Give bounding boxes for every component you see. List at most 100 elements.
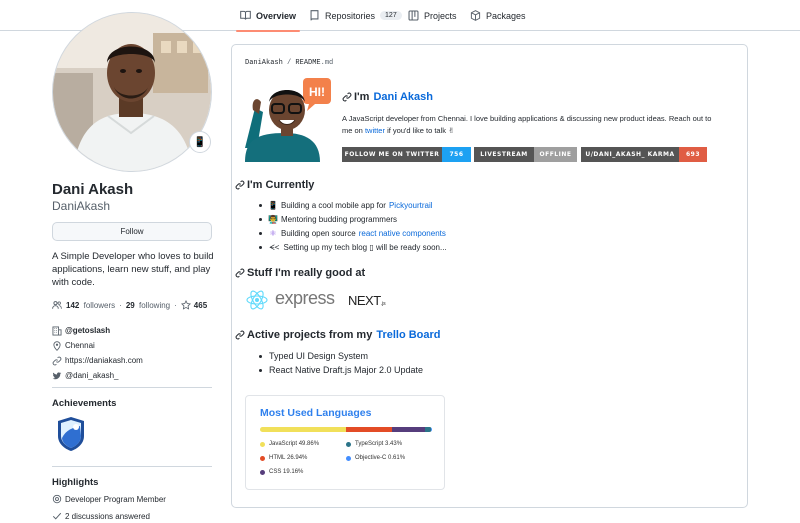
language-bar-segment	[345, 427, 393, 432]
nextjs-logo-suffix: .js	[380, 301, 386, 307]
language-item: Objective-C 0.61%	[346, 455, 405, 461]
readme-breadcrumb: DaniAkash / README.md	[245, 59, 333, 67]
pickyourtrail-link[interactable]: Pickyourtrail	[389, 201, 433, 210]
avatar[interactable]	[52, 12, 212, 172]
anchor-link-icon[interactable]	[235, 330, 245, 340]
readme-crumb-user[interactable]: DaniAkash	[245, 59, 283, 67]
tab-packages[interactable]: Packages	[470, 0, 526, 31]
anchor-link-icon[interactable]	[342, 92, 352, 102]
language-swatch	[260, 469, 265, 475]
check-icon	[52, 511, 62, 521]
list-item-text: Typed UI Design System	[269, 351, 369, 361]
hi-bubble-text: HI!	[309, 85, 325, 99]
language-pct: 19.16%	[283, 469, 304, 475]
followers-count: 142	[66, 300, 80, 310]
tab-overview-label: Overview	[256, 10, 297, 21]
language-pct: 49.86%	[298, 441, 320, 447]
twitter-link[interactable]: twitter	[365, 126, 385, 135]
currently-heading: I'm Currently	[235, 179, 314, 191]
bullet	[259, 232, 262, 235]
blog-glyph-icon: ᗕ<	[269, 242, 280, 252]
website-row[interactable]: https://daniakash.com	[52, 353, 143, 368]
website-link[interactable]: https://daniakash.com	[65, 356, 143, 365]
achievement-badge[interactable]	[56, 416, 86, 452]
greeting-name-link[interactable]: Dani Akash	[373, 91, 433, 103]
tab-repositories-label: Repositories	[325, 10, 376, 21]
reddit-karma-badge[interactable]: U/DANI_AKASH_ KARMA 693	[581, 147, 707, 162]
profile-bio: A Simple Developer who loves to build ap…	[52, 251, 214, 288]
stars-count[interactable]: 465	[194, 301, 207, 310]
tab-projects[interactable]: Projects	[408, 0, 457, 31]
badge-value: 756	[442, 147, 471, 162]
follow-button[interactable]: Follow	[52, 222, 212, 241]
language-pct: 0.61%	[388, 455, 406, 461]
react-native-components-link[interactable]: react native components	[359, 229, 446, 238]
readme-crumb-separator: /	[282, 59, 296, 67]
most-used-languages-card: Most Used Languages JavaScript 49.86% Ty…	[245, 395, 445, 490]
stats-separator: ·	[174, 300, 177, 310]
organization-icon	[52, 326, 62, 336]
nextjs-logo: NEXT .js	[348, 293, 386, 308]
profile-login: DaniAkash	[52, 199, 111, 213]
list-item: ⚛ Building open source react native comp…	[259, 229, 446, 238]
location-icon	[52, 340, 62, 351]
highlight-text: 2 discussions answered	[65, 511, 150, 521]
location-text: Chennai	[65, 341, 95, 350]
list-item: ᗕ< Setting up my tech blog ▯ will be rea…	[259, 243, 447, 252]
tab-overview[interactable]: Overview	[235, 0, 301, 32]
bullet	[259, 246, 262, 249]
bullet	[259, 354, 262, 358]
language-name: Objective-C	[355, 455, 387, 461]
language-name: CSS	[269, 469, 282, 475]
readme-greeting-heading: I'm Dani Akash	[342, 91, 433, 103]
tab-repositories[interactable]: Repositories 127	[309, 0, 402, 31]
language-swatch	[260, 455, 265, 461]
anchor-link-icon[interactable]	[235, 268, 245, 278]
language-item: CSS 19.16%	[260, 469, 303, 475]
language-name: HTML	[269, 455, 286, 461]
repo-icon	[309, 10, 320, 21]
badge-label: FOLLOW ME ON TWITTER	[342, 147, 442, 162]
language-bar-segment	[260, 427, 346, 432]
twitter-row[interactable]: @dani_akash_	[52, 368, 143, 383]
sidebar-divider	[52, 466, 212, 467]
achievements-title: Achievements	[52, 398, 117, 409]
language-item: TypeScript 3.43%	[346, 441, 402, 447]
language-item: JavaScript 49.86%	[260, 441, 319, 447]
twitter-follow-badge[interactable]: FOLLOW ME ON TWITTER 756	[342, 147, 471, 162]
currently-title: I'm Currently	[247, 179, 315, 191]
highlights-title: Highlights	[52, 477, 99, 488]
list-item-text: React Native Draft.js Major 2.0 Update	[269, 365, 424, 375]
stats-separator: ·	[119, 300, 122, 310]
list-item: 👨‍🏫 Mentoring budding programmers	[259, 215, 397, 224]
twitter-icon	[52, 371, 62, 381]
language-pct: 3.43%	[385, 441, 403, 447]
anchor-link-icon[interactable]	[235, 180, 245, 190]
memoji-hi-illustration: HI!	[245, 78, 331, 162]
org-row[interactable]: @getoslash	[52, 323, 143, 338]
languages-title: Most Used Languages	[260, 407, 372, 419]
language-swatch	[260, 441, 265, 447]
list-item: React Native Draft.js Major 2.0 Update	[259, 365, 423, 375]
list-item: Typed UI Design System	[259, 351, 368, 361]
package-icon	[470, 10, 481, 21]
trello-board-link[interactable]: Trello Board	[376, 329, 440, 341]
profile-fullname: Dani Akash	[52, 181, 134, 198]
twitter-handle[interactable]: @dani_akash_	[65, 371, 119, 380]
language-swatch	[346, 441, 351, 447]
readme-crumb-file[interactable]: README	[295, 59, 320, 67]
badge-label: U/DANI_AKASH_ KARMA	[581, 147, 679, 162]
language-swatch	[346, 455, 351, 461]
book-icon	[240, 10, 251, 21]
express-logo: express	[275, 288, 335, 308]
list-item-text: Building a cool mobile app for	[281, 201, 386, 210]
language-item: HTML 26.94%	[260, 455, 307, 461]
skills-title: Stuff I'm really good at	[247, 267, 366, 279]
org-name: @getoslash	[65, 326, 111, 335]
livestream-badge[interactable]: LIVESTREAM OFFLINE	[474, 147, 577, 162]
followers-link[interactable]: 142 followers	[66, 301, 115, 310]
status-emoji[interactable]: 📱	[189, 131, 211, 153]
phone-emoji-icon: 📱	[268, 201, 278, 210]
list-item-text: Mentoring budding programmers	[281, 215, 398, 224]
following-link[interactable]: 29 following	[126, 301, 170, 310]
